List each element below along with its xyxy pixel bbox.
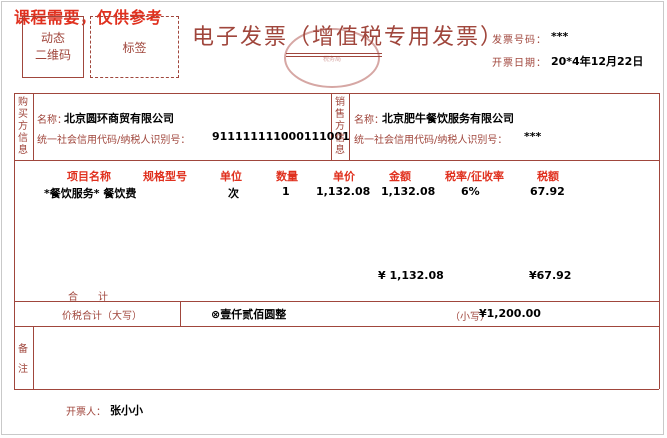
buyer-name-value: 北京圆环商贸有限公司 (64, 112, 174, 125)
col-header-item: 项目名称 (67, 170, 111, 183)
buyer-side-label: 购买方信息 (18, 97, 28, 156)
buyer-label-divider (33, 93, 34, 160)
remark-side-label: 备注 (18, 344, 28, 375)
title-underline-2 (286, 56, 382, 57)
frame-left (14, 93, 15, 389)
col-header-unit: 单位 (220, 170, 242, 183)
seller-label-divider (349, 93, 350, 160)
grand-total-label: 价税合计（大写） (62, 311, 142, 322)
invoice-number-label: 发票号码： (492, 35, 547, 46)
row-amount: 1,132.08 (381, 185, 436, 198)
frame-top (14, 93, 659, 94)
buyer-name-label: 名称： (37, 115, 67, 126)
invoice-number-value: *** (551, 30, 569, 43)
issuer-label: 开票人： (66, 407, 106, 418)
invoice-date-value: 20*4年12月22日 (551, 55, 644, 68)
party-bottom-line (14, 160, 659, 161)
invoice-title: 电子发票（增值税专用发票） (192, 25, 505, 50)
row-tax: 67.92 (530, 185, 565, 198)
seller-side-label: 销售方信息 (335, 97, 345, 156)
seller-id-value: *** (524, 130, 542, 143)
row-price: 1,132.08 (316, 185, 371, 198)
invoice-date-label: 开票日期： (492, 58, 547, 69)
grand-total-small-value: ¥1,200.00 (479, 307, 541, 320)
title-underline (286, 53, 382, 54)
row-item-name: *餐饮服务* 餐饮费 (44, 187, 137, 200)
remark-label-divider (33, 326, 34, 389)
seller-name-label: 名称： (354, 115, 384, 126)
items-bottom-line (14, 301, 659, 302)
col-header-qty: 数量 (276, 170, 298, 183)
total-bottom-line (14, 326, 659, 327)
seller-name-value: 北京肥牛餐饮服务有限公司 (382, 112, 514, 125)
grand-total-uppercase: ⊗壹仟贰佰圆整 (211, 308, 287, 321)
qr-text-line1: 动态 (40, 31, 65, 45)
total-amount: ¥ 1,132.08 (378, 269, 444, 282)
label-box: 标签 (90, 16, 179, 78)
row-qty: 1 (282, 185, 290, 198)
row-unit: 次 (228, 187, 239, 200)
col-header-spec: 规格型号 (143, 170, 187, 183)
buyer-id-label: 统一社会信用代码/纳税人识别号： (37, 135, 191, 146)
total-label: 合 计 (68, 292, 108, 303)
party-divider (331, 93, 332, 160)
grand-total-divider (180, 301, 181, 326)
qr-code-placeholder: 动态 二维码 (22, 16, 84, 78)
total-tax: ¥67.92 (529, 269, 572, 282)
label-box-text: 标签 (122, 40, 147, 55)
col-header-rate: 税率/征收率 (445, 170, 505, 183)
frame-bottom (14, 389, 659, 390)
col-header-price: 单价 (333, 170, 355, 183)
qr-text-line2: 二维码 (34, 48, 71, 62)
seller-id-label: 统一社会信用代码/纳税人识别号： (354, 135, 508, 146)
col-header-amount: 金额 (389, 170, 411, 183)
buyer-id-value: 911111111000111001 (212, 130, 350, 143)
frame-right (659, 93, 660, 389)
col-header-tax: 税额 (537, 170, 559, 183)
issuer-value: 张小小 (110, 404, 143, 417)
row-rate: 6% (461, 185, 480, 198)
